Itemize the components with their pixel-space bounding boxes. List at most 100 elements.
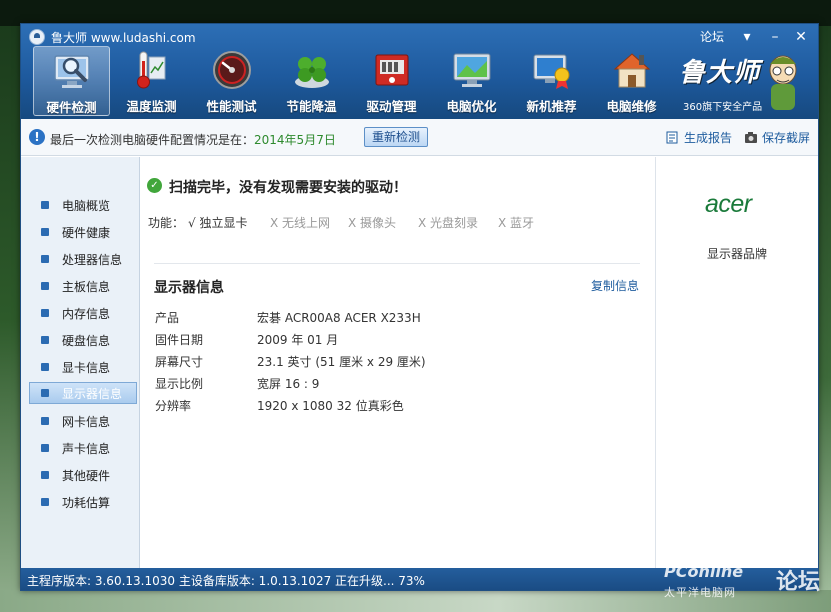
sidebar-item-hardware-health[interactable]: 硬件健康 — [29, 221, 137, 243]
mascot-icon — [769, 55, 797, 110]
sidebar-item-power-estimate[interactable]: 功耗估算 — [29, 491, 137, 513]
generate-report-link[interactable]: 生成报告 — [666, 129, 732, 146]
app-title: 鲁大师 www.ludashi.com — [51, 31, 196, 45]
brand-caption: 显示器品牌 — [706, 247, 767, 261]
speedometer-icon — [213, 51, 251, 89]
camera-icon — [745, 132, 757, 143]
brand-area: 鲁大师 360旗下安全产品 — [671, 46, 811, 116]
nav-label: 新机推荐 — [526, 99, 577, 114]
info-row-screen-size: 屏幕尺寸 23.1 英寸 (51 厘米 x 29 厘米) — [155, 353, 635, 373]
sidebar-item-label: 其他硬件 — [62, 469, 111, 483]
feature-camera: X 摄像头 — [348, 216, 397, 230]
bullet-icon — [41, 389, 49, 397]
desktop-background-left — [0, 26, 20, 612]
nav-temperature[interactable]: 温度监测 — [113, 46, 190, 116]
nav-label: 性能测试 — [206, 99, 257, 114]
feature-discrete-gpu: √ 独立显卡 — [188, 216, 248, 230]
info-row-product: 产品 宏碁 ACR00A8 ACER X233H — [155, 309, 635, 329]
recheck-button[interactable]: 重新检测 — [364, 127, 428, 147]
feature-bluetooth: X 蓝牙 — [498, 216, 535, 230]
watermark-sub: 太平洋电脑网 — [664, 586, 736, 599]
bullet-icon — [41, 228, 49, 236]
info-row-firmware-date: 固件日期 2009 年 01 月 — [155, 331, 635, 351]
info-key: 显示比例 — [155, 377, 204, 391]
info-value: 宏碁 ACR00A8 ACER X233H — [257, 311, 421, 325]
info-row-resolution: 分辨率 1920 x 1080 32 位真彩色 — [155, 397, 635, 417]
sidebar-item-label: 主板信息 — [62, 280, 111, 294]
optimize-monitor-icon — [453, 53, 491, 87]
header: 鲁大师 www.ludashi.com 论坛 ▾ – ✕ 硬件检测 温度监测 性… — [21, 24, 818, 119]
close-button[interactable]: ✕ — [790, 27, 812, 47]
nav-new-machine-recommend[interactable]: 新机推荐 — [513, 46, 590, 116]
sidebar-item-cpu[interactable]: 处理器信息 — [29, 248, 137, 270]
watermark-logo: PConline — [664, 562, 744, 581]
save-screenshot-label: 保存截屏 — [762, 131, 811, 145]
sidebar-item-network[interactable]: 网卡信息 — [29, 410, 137, 432]
nav-energy-saving[interactable]: 节能降温 — [273, 46, 350, 116]
nav-computer-optimize[interactable]: 电脑优化 — [433, 46, 510, 116]
bullet-icon — [41, 444, 49, 452]
section-title: 显示器信息 — [154, 280, 224, 296]
last-scan-text: 最后一次检测电脑硬件配置情况是在：2014年5月7日 — [50, 131, 336, 148]
nav-label: 电脑维修 — [606, 99, 657, 114]
brand-subtitle: 360旗下安全产品 — [683, 102, 763, 113]
nav-label: 温度监测 — [126, 99, 177, 114]
nav-hardware-detect[interactable]: 硬件检测 — [33, 46, 110, 116]
desktop-background-right — [819, 26, 831, 612]
info-bar: ! 最后一次检测电脑硬件配置情况是在：2014年5月7日 重新检测 生成报告 保… — [21, 119, 818, 156]
thermometer-icon — [137, 51, 166, 89]
success-check-icon: ✓ — [147, 178, 162, 193]
nav-performance-test[interactable]: 性能测试 — [193, 46, 270, 116]
sidebar-item-label: 硬件健康 — [62, 226, 111, 240]
last-scan-label: 最后一次检测电脑硬件配置情况是在： — [50, 133, 255, 147]
sidebar-item-overview[interactable]: 电脑概览 — [29, 194, 137, 216]
info-value: 23.1 英寸 (51 厘米 x 29 厘米) — [257, 355, 426, 369]
sidebar-item-sound[interactable]: 声卡信息 — [29, 437, 137, 459]
save-screenshot-link[interactable]: 保存截屏 — [744, 129, 810, 146]
sidebar-item-disk[interactable]: 硬盘信息 — [29, 329, 137, 351]
sidebar-item-label: 功耗估算 — [62, 496, 111, 510]
status-text: 主程序版本: 3.60.13.1030 主设备库版本: 1.0.13.1027 … — [27, 574, 425, 588]
copy-info-link[interactable]: 复制信息 — [591, 277, 639, 294]
sidebar-item-graphics[interactable]: 显卡信息 — [29, 356, 137, 378]
main-panel: ✓ 扫描完毕，没有发现需要安装的驱动！ 功能： √ 独立显卡 X 无线上网 X … — [141, 157, 655, 568]
nav-computer-repair[interactable]: 电脑维修 — [593, 46, 670, 116]
acer-logo: acer — [705, 190, 752, 218]
clover-leaf-icon — [295, 57, 329, 88]
info-row-aspect-ratio: 显示比例 宽屏 16 : 9 — [155, 375, 635, 395]
sidebar-item-memory[interactable]: 内存信息 — [29, 302, 137, 324]
report-icon — [666, 131, 678, 144]
sidebar-item-label: 网卡信息 — [62, 415, 111, 429]
bullet-icon — [41, 471, 49, 479]
nav-driver-management[interactable]: 驱动管理 — [353, 46, 430, 116]
sidebar-item-monitor[interactable]: 显示器信息 — [29, 382, 137, 404]
watermark-forum: 论坛 — [776, 570, 821, 595]
bullet-icon — [41, 201, 49, 209]
nav-label: 节能降温 — [286, 99, 337, 114]
brand-panel: acer 显示器品牌 — [655, 157, 818, 568]
info-key: 固件日期 — [155, 333, 204, 347]
info-value: 2009 年 01 月 — [257, 333, 339, 347]
sidebar-item-other-hardware[interactable]: 其他硬件 — [29, 464, 137, 486]
sidebar-item-label: 显卡信息 — [62, 361, 111, 375]
sidebar-item-label: 硬盘信息 — [62, 334, 111, 348]
sidebar-item-label: 声卡信息 — [62, 442, 111, 456]
magnifier-monitor-icon — [54, 55, 90, 88]
bullet-icon — [41, 363, 49, 371]
nav-label: 驱动管理 — [366, 99, 417, 114]
app-logo-icon — [29, 29, 45, 45]
minimize-button[interactable]: – — [764, 27, 786, 47]
features-label: 功能： — [148, 216, 185, 230]
driver-chip-icon — [375, 54, 409, 86]
bullet-icon — [41, 282, 49, 290]
info-key: 屏幕尺寸 — [155, 355, 204, 369]
forum-link[interactable]: 论坛 — [700, 28, 724, 45]
menu-dropdown-icon[interactable]: ▾ — [736, 27, 758, 47]
nav-label: 硬件检测 — [46, 100, 97, 115]
feature-wifi: X 无线上网 — [270, 216, 331, 230]
info-icon: ! — [29, 129, 45, 145]
section-divider — [154, 263, 640, 264]
bullet-icon — [41, 255, 49, 263]
sidebar-item-motherboard[interactable]: 主板信息 — [29, 275, 137, 297]
sidebar-item-label: 处理器信息 — [62, 253, 123, 267]
